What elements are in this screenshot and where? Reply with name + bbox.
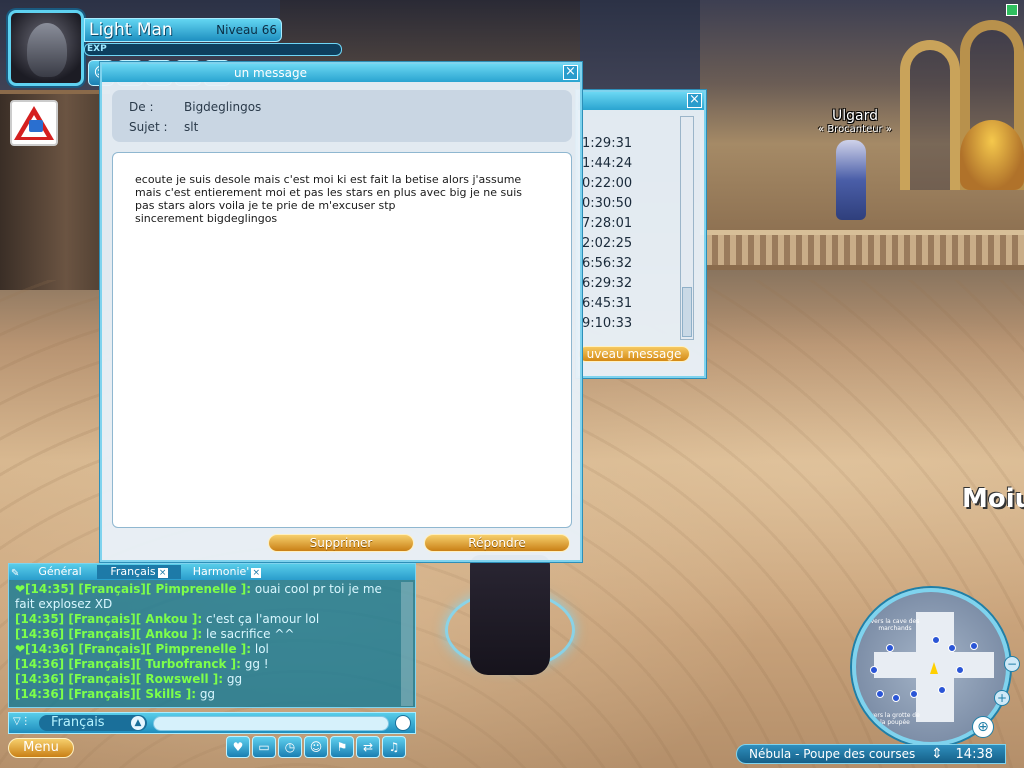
tab-harmonie[interactable]: Harmonie' × [185,565,269,579]
npc-ulgard[interactable] [836,140,866,220]
reply-button[interactable]: Répondre [424,534,570,552]
channel-select[interactable]: Français ▲ [39,715,147,731]
wrench-icon[interactable]: ✎ [11,568,19,579]
chat-messages: ❤[14:35] [Français][ Pimprenelle ]: ouai… [15,582,399,706]
mailbox-window: × 1:29:31 1:44:24 0:22:00 0:30:50 7:28:0… [576,90,706,378]
map-label: vers la cave des marchands [870,618,920,632]
chat-line: [14:36] [Français][ Skills ]: gg [15,687,216,701]
scrollbar-thumb[interactable] [682,287,692,337]
globe-icon[interactable]: ⊕ [972,716,994,738]
chat-scrollbar[interactable] [401,582,413,706]
from-value: Bigdeglingos [184,100,262,114]
avatar [27,23,67,77]
list-item[interactable]: 1:44:24 [580,154,688,174]
chat-line: [14:36] [Français][ Ankou ]: le sacrific… [15,627,295,641]
subject-label: Sujet : [129,120,168,134]
chat-tabs: ✎ Général Français × Harmonie' × [9,564,415,580]
npc-title: « Brocanteur » [818,124,892,135]
mail-list: 1:29:31 1:44:24 0:22:00 0:30:50 7:28:01 … [580,134,688,334]
location-bar: Nébula - Poupe des courses ⇕ 14:38 [736,744,1006,764]
player-name-bar: Light Man Niveau 66 [84,18,282,42]
window-title: un message [234,66,307,80]
map-marker [870,666,878,674]
message-header: De : Bigdeglingos Sujet : slt [112,90,572,142]
tab-general[interactable]: Général [27,565,93,579]
chat-line: ❤[14:35] [Français][ Pimprenelle ]: ouai… [15,582,382,611]
close-icon[interactable]: × [251,568,262,578]
close-icon[interactable]: × [687,93,702,108]
chat-line: [14:36] [Français][ Turbofranck ]: gg ! [15,657,269,671]
list-item[interactable]: 1:29:31 [580,134,688,154]
window-titlebar[interactable] [578,92,704,110]
map-marker [932,636,940,644]
inventory-icon[interactable]: ▭ [252,736,276,758]
map-marker [970,642,978,650]
chat-line: [14:35] [Français][ Ankou ]: c'est ça l'… [15,612,320,626]
clock: 14:38 [955,747,993,762]
map-marker [938,686,946,694]
chat-options-icon[interactable]: ▽⋮ [13,716,31,727]
exp-bar: EXP [84,43,342,56]
player-character[interactable] [470,555,550,675]
chat-line: [14:36] [Français][ Rowswell ]: gg [15,672,243,686]
from-label: De : [129,100,154,114]
equipment-warning-icon[interactable] [10,100,58,146]
list-item[interactable]: 9:10:33 [580,314,688,334]
window-titlebar[interactable]: un message [102,64,580,82]
list-item[interactable]: 2:02:25 [580,234,688,254]
subject-value: slt [184,120,199,134]
delete-button[interactable]: Supprimer [268,534,414,552]
chat-input-bar: ▽⋮ Français ▲ [8,712,416,734]
chat-line: ❤[14:36] [Français][ Pimprenelle ]: lol [15,642,269,656]
exp-label: EXP [87,44,107,54]
new-message-button[interactable]: uveau message [578,346,690,362]
map-marker [910,690,918,698]
map-marker [956,666,964,674]
chevron-up-icon[interactable]: ▲ [131,716,145,730]
zoom-out-icon[interactable]: − [1004,656,1020,672]
bottom-toolbar: ♥ ▭ ◷ ☺ ⚑ ⇄ ♫ [226,736,406,758]
map-marker [948,644,956,652]
tab-francais[interactable]: Français × [97,565,181,579]
message-window: un message × De : Bigdeglingos Sujet : s… [100,62,582,562]
fountain [960,120,1024,190]
balustrade [700,230,1024,270]
list-item[interactable]: 0:30:50 [580,194,688,214]
clock-icon[interactable]: ◷ [278,736,302,758]
other-player-name: Moiu [962,484,1024,514]
chat-window: ✎ Général Français × Harmonie' × ❤[14:35] … [8,563,416,708]
npc-name: Ulgard [832,108,878,124]
map-label: vers la grotte de la poupée [870,712,920,726]
map-marker [876,690,884,698]
player-name: Light Man [89,20,173,40]
trade-icon[interactable]: ⇄ [356,736,380,758]
chat-input[interactable] [153,716,389,731]
compass-icon[interactable]: ⇕ [927,745,947,763]
message-body[interactable]: ecoute je suis desole mais c'est moi ki … [112,152,572,528]
menu-button[interactable]: Menu [8,738,74,758]
location-name: Nébula - Poupe des courses [749,747,916,761]
emote-icon[interactable] [395,715,411,731]
list-item[interactable]: 7:28:01 [580,214,688,234]
player-portrait[interactable] [8,10,84,86]
list-item[interactable]: 6:56:32 [580,254,688,274]
list-item[interactable]: 0:22:00 [580,174,688,194]
player-level: Niveau 66 [216,23,277,37]
map-marker [886,644,894,652]
map-marker [892,694,900,702]
zoom-in-icon[interactable]: + [994,690,1010,706]
mail-scrollbar[interactable] [680,116,694,340]
close-icon[interactable]: × [157,568,168,578]
music-icon[interactable]: ♫ [382,736,406,758]
close-icon[interactable]: × [563,65,578,80]
heart-icon[interactable]: ♥ [226,736,250,758]
guild-icon[interactable]: ⚑ [330,736,354,758]
list-item[interactable]: 6:45:31 [580,294,688,314]
status-icon[interactable] [1006,4,1018,16]
list-item[interactable]: 6:29:32 [580,274,688,294]
friends-icon[interactable]: ☺ [304,736,328,758]
